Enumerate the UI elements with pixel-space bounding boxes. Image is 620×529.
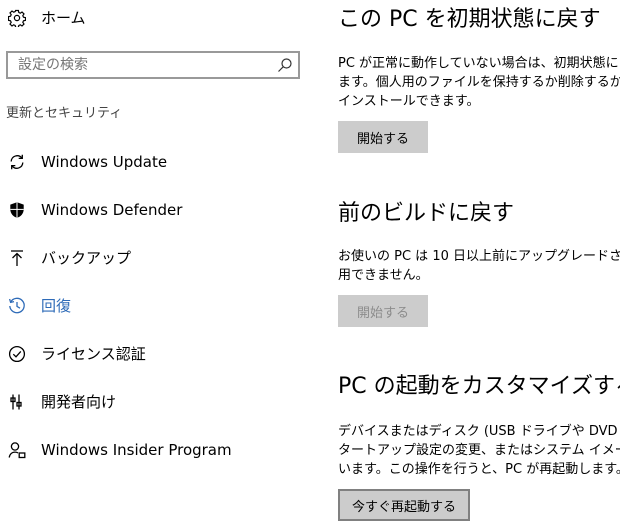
sync-icon bbox=[8, 153, 26, 171]
nav-item-label: 開発者向け bbox=[41, 393, 117, 411]
description-line: 用できません。 bbox=[338, 268, 429, 283]
nav-item-label: バックアップ bbox=[41, 249, 132, 267]
advanced-startup-description: デバイスまたはディスク (USB ドライブや DVD など タートアップ設定の変… bbox=[338, 422, 620, 479]
nav-item-windows-insider-program[interactable]: Windows Insider Program bbox=[0, 432, 300, 468]
content-pane: この PC を初期状態に戻す PC が正常に動作していない場合は、初期状態に ま… bbox=[338, 0, 620, 529]
nav-item-label: 回復 bbox=[41, 297, 72, 315]
nav-item-label: ライセンス認証 bbox=[41, 345, 146, 363]
search-box bbox=[6, 51, 300, 79]
rollback-description: お使いの PC は 10 日以上前にアップグレードされ 用できません。 bbox=[338, 247, 620, 285]
nav-item-windows-update[interactable]: Windows Update bbox=[0, 144, 300, 180]
developer-tools-icon bbox=[8, 393, 26, 411]
rollback-start-button[interactable]: 開始する bbox=[338, 295, 428, 327]
reset-pc-start-button[interactable]: 開始する bbox=[338, 121, 428, 153]
section-title: 更新とセキュリティ bbox=[6, 106, 123, 121]
home-label: ホーム bbox=[41, 9, 86, 27]
nav-item-windows-defender[interactable]: Windows Defender bbox=[0, 192, 300, 228]
search-input[interactable] bbox=[8, 53, 268, 77]
insider-person-icon bbox=[8, 441, 26, 459]
description-line: デバイスまたはディスク (USB ドライブや DVD など bbox=[338, 424, 620, 439]
reset-pc-heading: この PC を初期状態に戻す bbox=[338, 7, 601, 32]
settings-window: ホーム 更新とセキュリティ bbox=[0, 0, 620, 529]
nav-item-label: Windows Insider Program bbox=[41, 441, 232, 459]
restart-now-button[interactable]: 今すぐ再起動する bbox=[338, 489, 470, 521]
description-line: PC が正常に動作していない場合は、初期状態に bbox=[338, 56, 619, 71]
nav-item-label: Windows Defender bbox=[41, 201, 183, 219]
checkmark-circle-icon bbox=[8, 345, 26, 363]
rollback-heading: 前のビルドに戻す bbox=[338, 201, 515, 226]
shield-icon bbox=[8, 201, 26, 219]
navigation-pane: ホーム 更新とセキュリティ bbox=[0, 0, 316, 529]
nav-item-activation[interactable]: ライセンス認証 bbox=[0, 336, 300, 372]
search-icon[interactable] bbox=[277, 57, 293, 73]
upload-arrow-icon bbox=[8, 249, 26, 267]
history-icon bbox=[8, 297, 26, 315]
nav-item-backup[interactable]: バックアップ bbox=[0, 240, 300, 276]
description-line: タートアップ設定の変更、またはシステム イメージが bbox=[338, 443, 620, 458]
description-line: います。この操作を行うと、PC が再起動します。 bbox=[338, 462, 620, 477]
home-nav-item[interactable]: ホーム bbox=[0, 0, 300, 38]
description-line: お使いの PC は 10 日以上前にアップグレードされ bbox=[338, 249, 620, 264]
nav-item-for-developers[interactable]: 開発者向け bbox=[0, 384, 300, 420]
reset-pc-description: PC が正常に動作していない場合は、初期状態に ます。個人用のファイルを保持する… bbox=[338, 54, 620, 111]
description-line: ます。個人用のファイルを保持するか削除するかを bbox=[338, 75, 620, 90]
nav-item-label: Windows Update bbox=[41, 153, 168, 171]
gear-icon bbox=[8, 9, 26, 27]
nav-item-recovery[interactable]: 回復 bbox=[0, 288, 300, 324]
advanced-startup-heading: PC の起動をカスタマイズする bbox=[338, 374, 620, 399]
description-line: インストールできます。 bbox=[338, 94, 480, 109]
